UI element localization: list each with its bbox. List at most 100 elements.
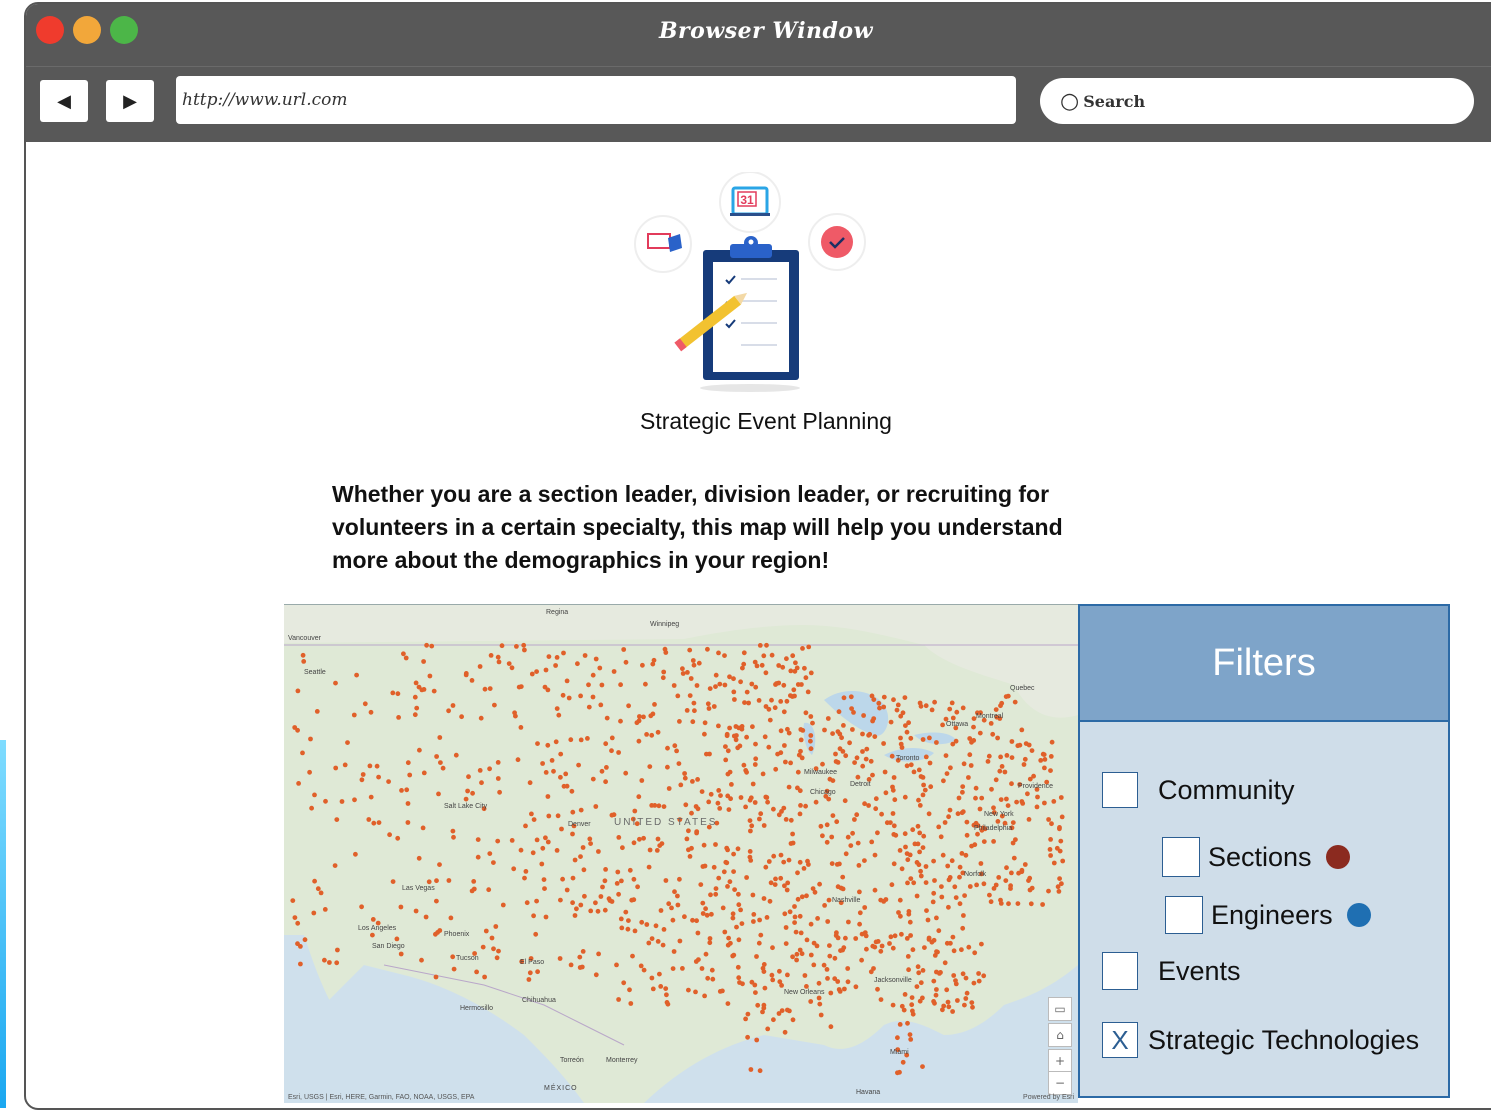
map-marker[interactable] [947, 807, 953, 813]
map-marker[interactable] [779, 809, 784, 814]
map-marker[interactable] [405, 801, 411, 806]
map-marker[interactable] [706, 706, 712, 711]
map-marker[interactable] [290, 898, 296, 903]
map-marker[interactable] [902, 794, 908, 800]
map-marker[interactable] [972, 950, 978, 956]
map-marker[interactable] [496, 948, 501, 954]
map-marker[interactable] [557, 956, 563, 961]
map-marker[interactable] [898, 913, 903, 919]
map-marker[interactable] [993, 777, 999, 783]
map-marker[interactable] [1048, 754, 1054, 759]
map-marker[interactable] [735, 964, 741, 970]
map-marker[interactable] [656, 803, 662, 809]
map-marker[interactable] [403, 655, 409, 661]
map-marker[interactable] [699, 789, 705, 794]
map-marker[interactable] [619, 878, 624, 884]
map-marker[interactable] [1011, 855, 1017, 861]
map-marker[interactable] [828, 990, 834, 996]
map-marker[interactable] [904, 763, 910, 769]
map-marker[interactable] [802, 665, 807, 671]
map-marker[interactable] [805, 858, 810, 864]
address-bar[interactable]: http://www.url.com [176, 76, 1016, 124]
sections-checkbox[interactable] [1162, 837, 1200, 877]
map-marker[interactable] [609, 748, 614, 754]
map-marker[interactable] [978, 861, 984, 866]
map-marker[interactable] [932, 878, 937, 883]
map-marker[interactable] [761, 1002, 767, 1008]
map-marker[interactable] [736, 937, 742, 943]
map-marker[interactable] [625, 926, 631, 932]
map-marker[interactable] [506, 661, 512, 666]
map-marker[interactable] [482, 686, 488, 692]
map-marker[interactable] [964, 819, 970, 825]
map-marker[interactable] [646, 940, 652, 946]
map-marker[interactable] [334, 817, 340, 822]
map-marker[interactable] [934, 987, 939, 992]
map-marker[interactable] [390, 690, 396, 696]
map-marker[interactable] [981, 839, 987, 844]
map-marker[interactable] [568, 962, 574, 968]
map-marker[interactable] [895, 1035, 900, 1041]
map-marker[interactable] [578, 854, 583, 859]
map-marker[interactable] [803, 675, 809, 681]
map-marker[interactable] [654, 848, 660, 853]
map-marker[interactable] [750, 892, 756, 898]
map-marker[interactable] [295, 688, 301, 694]
back-button[interactable]: ◀ [40, 80, 88, 122]
map-marker[interactable] [805, 689, 811, 695]
map-marker[interactable] [480, 944, 486, 950]
map-marker[interactable] [910, 827, 916, 833]
map-marker[interactable] [999, 700, 1005, 706]
map-marker[interactable] [931, 858, 936, 864]
map-marker[interactable] [791, 687, 797, 693]
map-marker[interactable] [798, 930, 804, 936]
map-marker[interactable] [938, 834, 944, 840]
map-marker[interactable] [477, 768, 483, 773]
map-marker[interactable] [576, 762, 581, 768]
map-marker[interactable] [763, 864, 769, 870]
forward-button[interactable]: ▶ [106, 80, 154, 122]
map-marker[interactable] [677, 719, 682, 724]
map-marker[interactable] [955, 998, 960, 1003]
map-marker[interactable] [423, 914, 429, 920]
map-marker[interactable] [822, 903, 827, 908]
map-marker[interactable] [486, 887, 492, 893]
map-marker[interactable] [420, 825, 426, 831]
map-marker[interactable] [948, 765, 953, 771]
map-marker[interactable] [778, 728, 784, 734]
map-marker[interactable] [810, 886, 816, 891]
map-marker[interactable] [1046, 888, 1051, 894]
map-marker[interactable] [890, 787, 896, 793]
map-marker[interactable] [637, 714, 642, 719]
map-marker[interactable] [554, 706, 560, 711]
map-marker[interactable] [434, 898, 439, 904]
map-marker[interactable] [739, 724, 745, 729]
map-marker[interactable] [529, 811, 534, 817]
map-marker[interactable] [752, 982, 758, 988]
map-marker[interactable] [753, 756, 759, 762]
map-marker[interactable] [778, 699, 784, 704]
map-marker[interactable] [764, 642, 769, 648]
map-marker[interactable] [531, 817, 537, 822]
map-marker[interactable] [768, 880, 774, 886]
map-marker[interactable] [716, 650, 721, 656]
map-marker[interactable] [964, 832, 970, 838]
map-marker[interactable] [836, 987, 842, 992]
map-marker[interactable] [398, 904, 404, 910]
map-marker[interactable] [782, 743, 787, 748]
map-marker[interactable] [853, 936, 859, 941]
map-marker[interactable] [854, 755, 860, 761]
map-marker[interactable] [825, 976, 830, 981]
map-marker[interactable] [687, 647, 693, 653]
map-marker[interactable] [879, 811, 884, 817]
map-marker[interactable] [751, 919, 756, 924]
map-marker[interactable] [677, 876, 682, 882]
map-marker[interactable] [1034, 804, 1040, 810]
map-marker[interactable] [918, 703, 924, 709]
map-marker[interactable] [752, 800, 758, 805]
map-marker[interactable] [334, 960, 340, 966]
demographics-map[interactable]: Regina Winnipeg Vancouver Seattle Quebec… [284, 604, 1078, 1103]
map-marker[interactable] [558, 774, 563, 780]
map-marker[interactable] [818, 1012, 824, 1018]
map-marker[interactable] [647, 764, 653, 769]
